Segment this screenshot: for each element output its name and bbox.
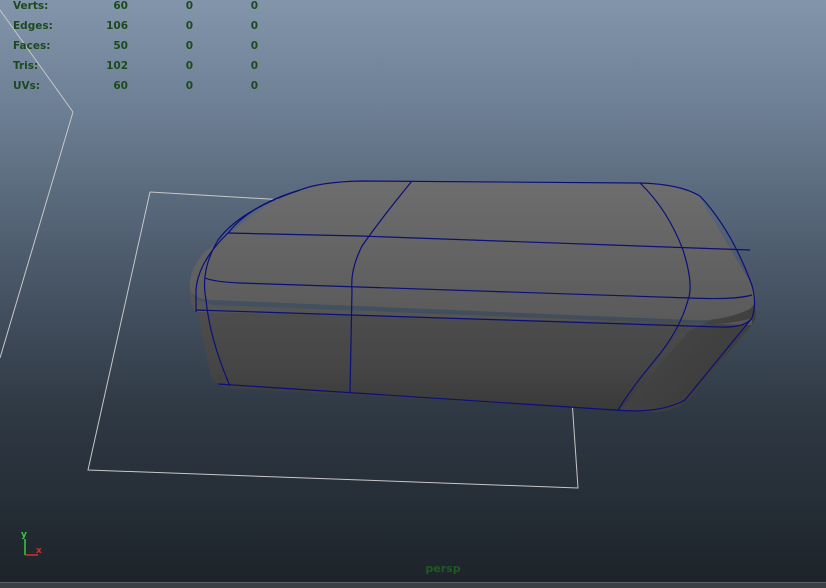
hud-value: 0 <box>185 80 193 92</box>
camera-name-label: persp <box>425 562 461 575</box>
hud-value: 0 <box>250 40 258 52</box>
hud-label: Edges: <box>13 20 53 32</box>
hud-label: UVs: <box>13 80 41 92</box>
hud-label: Verts: <box>13 0 49 12</box>
viewport-bottom-border <box>0 582 826 588</box>
axis-y-label: y <box>21 530 27 540</box>
hud-label: Faces: <box>13 40 51 52</box>
hud-value: 0 <box>250 20 258 32</box>
hud-value: 0 <box>185 20 193 32</box>
hud-value: 0 <box>250 60 258 72</box>
axis-x-label: x <box>36 546 42 556</box>
hud-value: 106 <box>106 20 128 32</box>
mesh-object[interactable] <box>189 180 756 412</box>
hud-value: 0 <box>250 80 258 92</box>
hud-value: 0 <box>250 0 258 12</box>
hud-value: 0 <box>185 40 193 52</box>
hud-label: Tris: <box>13 60 39 72</box>
hud-value: 0 <box>185 60 193 72</box>
hud-value: 60 <box>113 80 128 92</box>
hud-value: 0 <box>185 0 193 12</box>
hud-value: 50 <box>113 40 128 52</box>
mesh-top-face <box>189 180 756 321</box>
hud-value: 60 <box>113 0 128 12</box>
hud-value: 102 <box>106 60 128 72</box>
persp-viewport[interactable]: Verts: 60 0 0 Edges: 106 0 0 Faces: 50 0… <box>0 0 826 588</box>
